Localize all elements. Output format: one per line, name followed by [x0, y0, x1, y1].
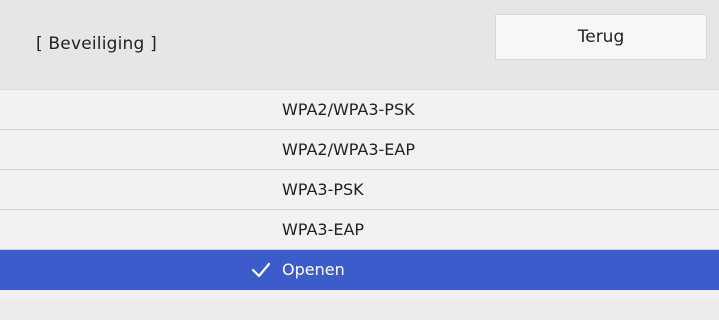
- option-label: WPA3-EAP: [282, 220, 365, 239]
- option-label: WPA2/WPA3-EAP: [282, 140, 416, 159]
- page-title: [ Beveiliging ]: [36, 34, 157, 54]
- option-wpa2-wpa3-psk[interactable]: WPA2/WPA3-PSK: [0, 90, 719, 130]
- option-label: Openen: [282, 260, 345, 279]
- option-label: WPA3-PSK: [282, 180, 364, 199]
- option-label: WPA2/WPA3-PSK: [282, 100, 415, 119]
- security-settings-screen: [ Beveiliging ] Terug WPA2/WPA3-PSK WPA2…: [0, 0, 719, 320]
- option-openen[interactable]: Openen: [0, 250, 719, 290]
- footer-area: [0, 300, 719, 320]
- option-wpa3-psk[interactable]: WPA3-PSK: [0, 170, 719, 210]
- header-bar: [ Beveiliging ] Terug: [0, 0, 719, 90]
- back-button[interactable]: Terug: [495, 14, 707, 60]
- option-wpa2-wpa3-eap[interactable]: WPA2/WPA3-EAP: [0, 130, 719, 170]
- security-options-list: WPA2/WPA3-PSK WPA2/WPA3-EAP WPA3-PSK WPA…: [0, 90, 719, 290]
- checkmark-icon: [250, 259, 272, 281]
- option-wpa3-eap[interactable]: WPA3-EAP: [0, 210, 719, 250]
